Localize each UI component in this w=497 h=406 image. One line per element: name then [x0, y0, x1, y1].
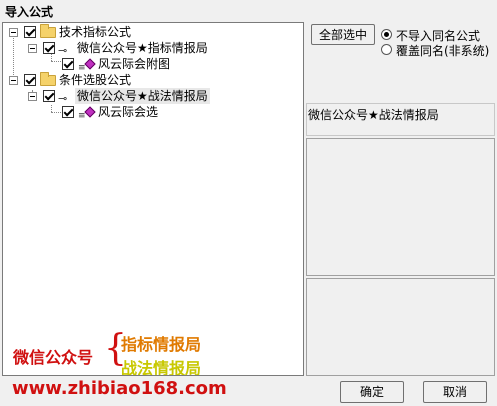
key-icon: ⊸	[58, 92, 68, 105]
formula-params-panel	[306, 278, 495, 376]
selected-formula-name: 微信公众号★战法情报局	[308, 108, 439, 122]
collapse-icon[interactable]	[9, 76, 18, 85]
collapse-icon[interactable]	[9, 28, 18, 37]
folder-icon	[40, 72, 56, 86]
radio-no-import[interactable]	[381, 29, 392, 40]
formula-gem-icon	[84, 58, 96, 70]
tree-node-label: 风云际会附图	[98, 57, 171, 71]
tree-line	[51, 112, 61, 113]
checkbox-icon[interactable]	[43, 90, 55, 102]
tree-node-label: 微信公众号★战法情报局	[75, 88, 210, 104]
radio-overwrite-label[interactable]: 覆盖同名(非系统)	[396, 42, 489, 59]
tree-node-label: 技术指标公式	[59, 25, 132, 39]
watermark-strategy-bureau: 战法情报局	[121, 359, 202, 376]
collapse-icon[interactable]	[28, 44, 37, 53]
checkbox-icon[interactable]	[43, 42, 55, 54]
radio-overwrite[interactable]	[381, 44, 392, 55]
checkbox-icon[interactable]	[24, 74, 36, 86]
tree-node-label: 条件选股公式	[59, 73, 132, 87]
watermark-url: www.zhibiao168.com	[12, 378, 227, 399]
formula-description-panel	[306, 138, 495, 276]
window-title: 导入公式	[5, 5, 54, 19]
checkbox-icon[interactable]	[24, 26, 36, 38]
collapse-icon[interactable]	[28, 92, 37, 101]
tree-line	[13, 38, 14, 75]
ok-button[interactable]: 确定	[340, 381, 404, 403]
select-all-button[interactable]: 全部选中	[311, 24, 375, 45]
watermark-wechat: 微信公众号	[13, 348, 94, 367]
tree-line	[51, 53, 52, 61]
watermark-indicator-bureau: 指标情报局	[121, 335, 202, 354]
key-icon: ⊸	[58, 44, 68, 57]
formula-tree[interactable]: 技术指标公式 ⊸ 微信公众号★指标情报局 ≡ 风云际会附图 条件选股公式 ⊸ 微…	[2, 22, 304, 376]
cancel-button[interactable]: 取消	[423, 381, 487, 403]
tree-line	[51, 105, 52, 112]
title-bar: 导入公式	[0, 0, 497, 20]
checkbox-icon[interactable]	[62, 106, 74, 118]
tree-node-label: 微信公众号★指标情报局	[77, 41, 208, 55]
checkbox-icon[interactable]	[62, 58, 74, 70]
formula-gem-icon	[84, 106, 96, 118]
tree-node-label: 风云际会选	[98, 105, 159, 119]
folder-icon	[40, 24, 56, 38]
tree-line	[51, 61, 61, 62]
